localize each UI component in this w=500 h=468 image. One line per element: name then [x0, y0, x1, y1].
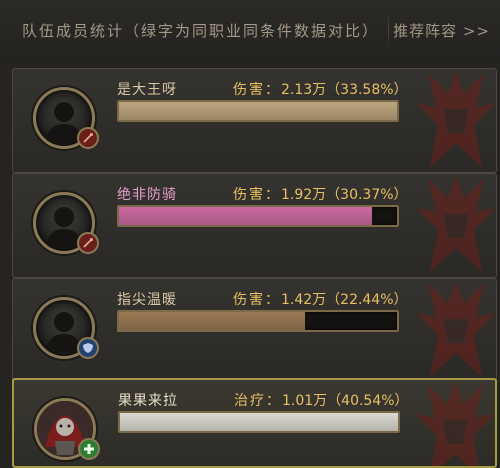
attack-role-icon: [77, 127, 99, 149]
stat-progress-bar: [117, 310, 399, 332]
member-card[interactable]: 指尖温暖 伤害：1.42万（22.44%）: [12, 278, 497, 383]
member-stat: 伤害：2.13万（33.58%）: [233, 79, 408, 99]
member-name: 是大王呀: [117, 82, 177, 98]
member-name: 绝非防骑: [117, 187, 177, 203]
stat-label: 伤害：: [233, 187, 281, 203]
member-card[interactable]: 果果来拉 治疗：1.01万（40.54%）: [12, 378, 497, 468]
faction-emblem-icon: [407, 380, 495, 466]
stat-label: 伤害：: [233, 82, 281, 98]
stat-progress-fill: [119, 312, 306, 330]
stat-percent: （40.54%）: [327, 393, 409, 409]
faction-emblem-icon: [408, 69, 496, 172]
member-card[interactable]: 是大王呀 伤害：2.13万（33.58%）: [12, 68, 497, 173]
stat-label: 治疗：: [234, 393, 282, 409]
stat-label: 伤害：: [233, 292, 281, 308]
stat-percent: （30.37%）: [326, 187, 408, 203]
header-title: 队伍成员统计（绿字为同职业同条件数据对比）: [22, 22, 380, 40]
stat-value: 1.01万: [282, 393, 328, 409]
recommend-lineup-link[interactable]: 推荐阵容 >>: [393, 20, 490, 41]
stat-percent: （33.58%）: [326, 82, 408, 98]
stat-progress-bar: [118, 411, 400, 433]
healer-plus-icon: [78, 438, 100, 460]
member-card[interactable]: 绝非防骑 伤害：1.92万（30.37%）: [12, 173, 497, 278]
attack-role-icon: [77, 232, 99, 254]
stat-value: 1.92万: [281, 187, 327, 203]
faction-emblem-icon: [408, 174, 496, 277]
faction-emblem-icon: [408, 279, 496, 382]
header-bar: 队伍成员统计（绿字为同职业同条件数据对比） 推荐阵容 >>: [0, 0, 500, 62]
shield-role-icon: [77, 337, 99, 359]
stat-value: 1.42万: [281, 292, 327, 308]
member-stat: 治疗：1.01万（40.54%）: [234, 390, 409, 410]
member-stat: 伤害：1.42万（22.44%）: [233, 289, 408, 309]
header-divider: [388, 10, 389, 50]
stat-percent: （22.44%）: [326, 292, 408, 308]
stat-progress-fill: [119, 207, 372, 225]
stat-progress-bar: [117, 100, 399, 122]
member-name: 指尖温暖: [117, 292, 177, 308]
member-name: 果果来拉: [118, 393, 178, 409]
stat-value: 2.13万: [281, 82, 327, 98]
stat-progress-fill: [119, 102, 397, 120]
stat-progress-bar: [117, 205, 399, 227]
member-stat: 伤害：1.92万（30.37%）: [233, 184, 408, 204]
stat-progress-fill: [120, 413, 398, 431]
